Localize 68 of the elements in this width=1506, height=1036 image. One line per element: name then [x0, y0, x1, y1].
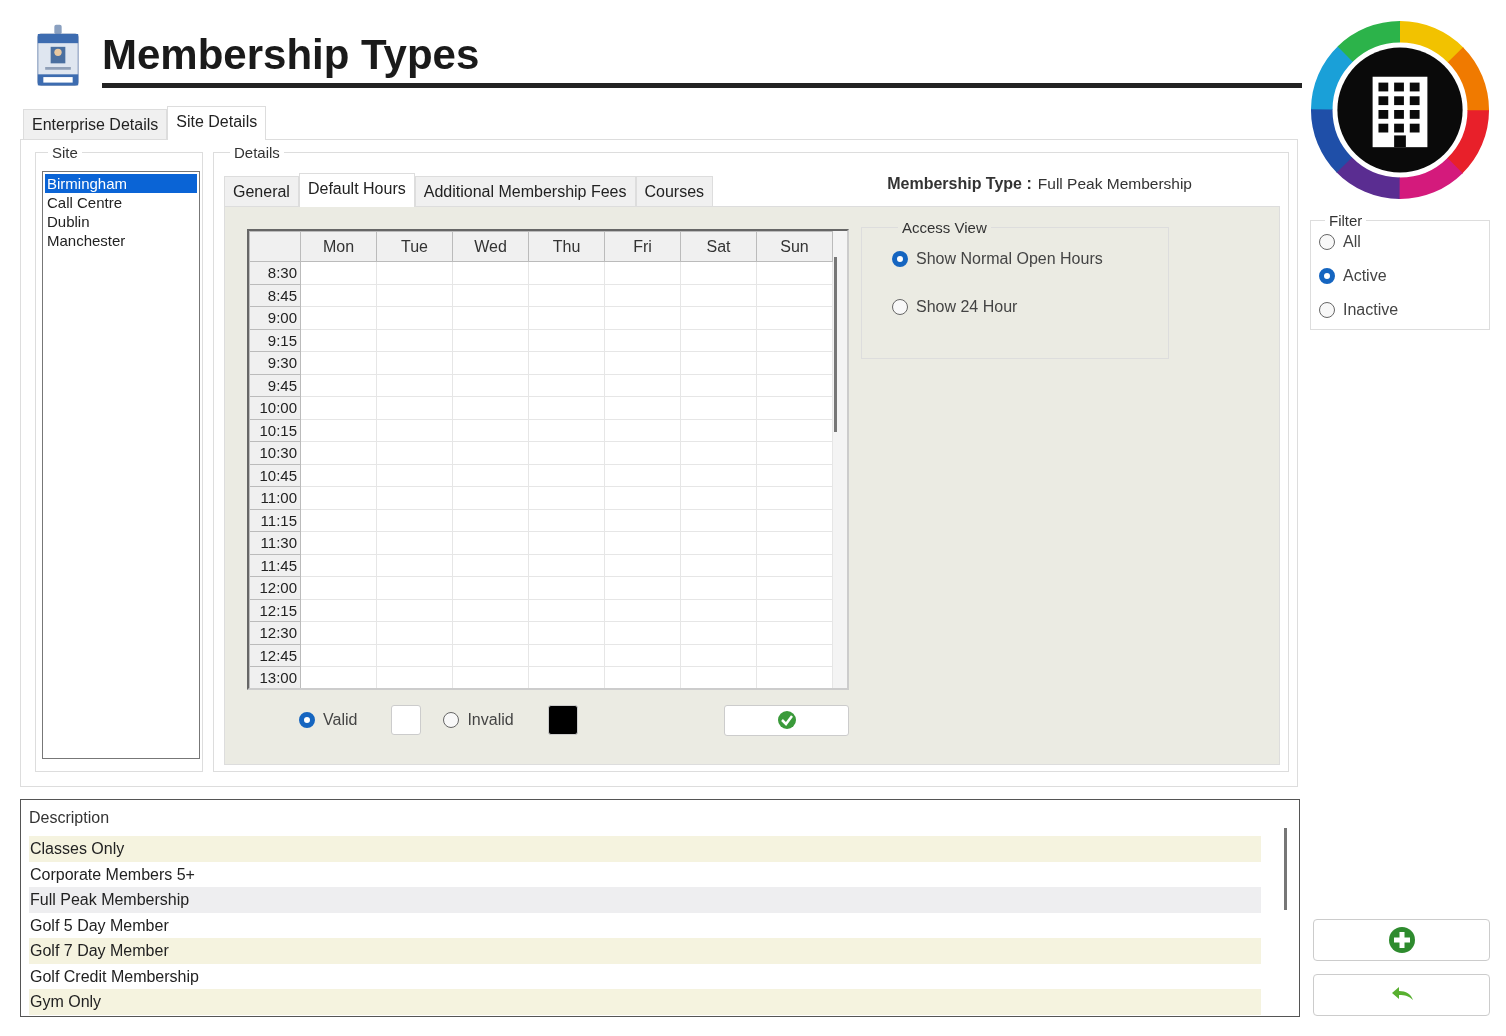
- group-label: Site: [51, 144, 79, 161]
- row-header: 12:15: [249, 599, 301, 622]
- group-label: Details: [233, 144, 281, 161]
- list-item[interactable]: Golf 7 Day Member: [29, 938, 1261, 964]
- list-item[interactable]: Classes Only: [29, 836, 1261, 862]
- tab[interactable]: Additional Membership Fees: [414, 176, 636, 206]
- scrollbar[interactable]: [1284, 828, 1287, 910]
- column-header: Tue: [376, 231, 453, 262]
- confirm-button[interactable]: [724, 704, 849, 736]
- row-header: 10:15: [249, 419, 301, 442]
- radio-button[interactable]: Show Normal Open Hours: [892, 250, 1168, 268]
- column-header: Thu: [528, 231, 605, 262]
- list-item[interactable]: Golf Credit Membership: [29, 963, 1261, 989]
- tab[interactable]: Courses: [635, 176, 714, 206]
- row-header: 9:30: [249, 351, 301, 374]
- scrollbar[interactable]: [834, 257, 837, 432]
- row-header: 9:15: [249, 329, 301, 352]
- column-header: Mon: [300, 231, 377, 262]
- row-header: 13:00: [249, 666, 301, 688]
- row-header: 10:30: [249, 441, 301, 464]
- column-header: Fri: [604, 231, 681, 262]
- row-header: 11:00: [249, 486, 301, 509]
- row-header: 9:45: [249, 374, 301, 397]
- color-swatch[interactable]: [391, 705, 422, 735]
- list-item[interactable]: Manchester: [45, 231, 197, 250]
- row-header: 11:30: [249, 531, 301, 554]
- page-title: Membership Types: [102, 31, 480, 78]
- list-item[interactable]: Birmingham: [45, 174, 197, 193]
- column-header: Wed: [452, 231, 529, 262]
- list-item[interactable]: Golf 5 Day Member: [29, 912, 1261, 938]
- row-header: 9:00: [249, 306, 301, 329]
- column-header: Sat: [680, 231, 757, 262]
- column-header: Sun: [756, 231, 833, 262]
- row-header: 12:45: [249, 644, 301, 667]
- tab[interactable]: Site Details: [167, 106, 267, 140]
- radio-button[interactable]: Inactive: [1319, 301, 1489, 319]
- list-item[interactable]: Corporate Members 5+: [29, 861, 1261, 887]
- column-header: Description: [29, 808, 111, 828]
- add-button[interactable]: [1313, 919, 1490, 961]
- row-header: 12:00: [249, 576, 301, 599]
- radio-button[interactable]: Valid: [299, 711, 358, 729]
- row-header: 11:15: [249, 509, 301, 532]
- row-header: 12:30: [249, 621, 301, 644]
- group-label: Access View: [901, 219, 988, 236]
- radio-button[interactable]: Invalid: [443, 711, 514, 729]
- row-header: 8:30: [249, 261, 301, 284]
- radio-button[interactable]: Active: [1319, 267, 1489, 285]
- row-header: 10:00: [249, 396, 301, 419]
- add-icon: [1387, 926, 1416, 954]
- color-swatch[interactable]: [547, 705, 578, 735]
- list-item[interactable]: Dublin: [45, 212, 197, 231]
- undo-button[interactable]: [1313, 974, 1490, 1016]
- tab[interactable]: Enterprise Details: [23, 109, 168, 139]
- row-header: 10:45: [249, 464, 301, 487]
- tab[interactable]: General: [224, 176, 299, 206]
- field-value: Full Peak Membership: [1037, 175, 1192, 192]
- row-header: 8:45: [249, 284, 301, 307]
- radio-button[interactable]: All: [1319, 233, 1489, 251]
- field-label: Membership Type :: [887, 175, 1032, 192]
- tab[interactable]: Default Hours: [298, 173, 415, 207]
- radio-button[interactable]: Show 24 Hour: [892, 298, 1168, 316]
- id-card-icon: [36, 24, 80, 88]
- row-header: 11:45: [249, 554, 301, 577]
- list-item[interactable]: Gym Only: [29, 989, 1261, 1015]
- check-icon: [776, 710, 797, 730]
- list-item[interactable]: Call Centre: [45, 193, 197, 212]
- group-label: Filter: [1328, 212, 1364, 229]
- list-item[interactable]: Full Peak Membership: [29, 887, 1261, 913]
